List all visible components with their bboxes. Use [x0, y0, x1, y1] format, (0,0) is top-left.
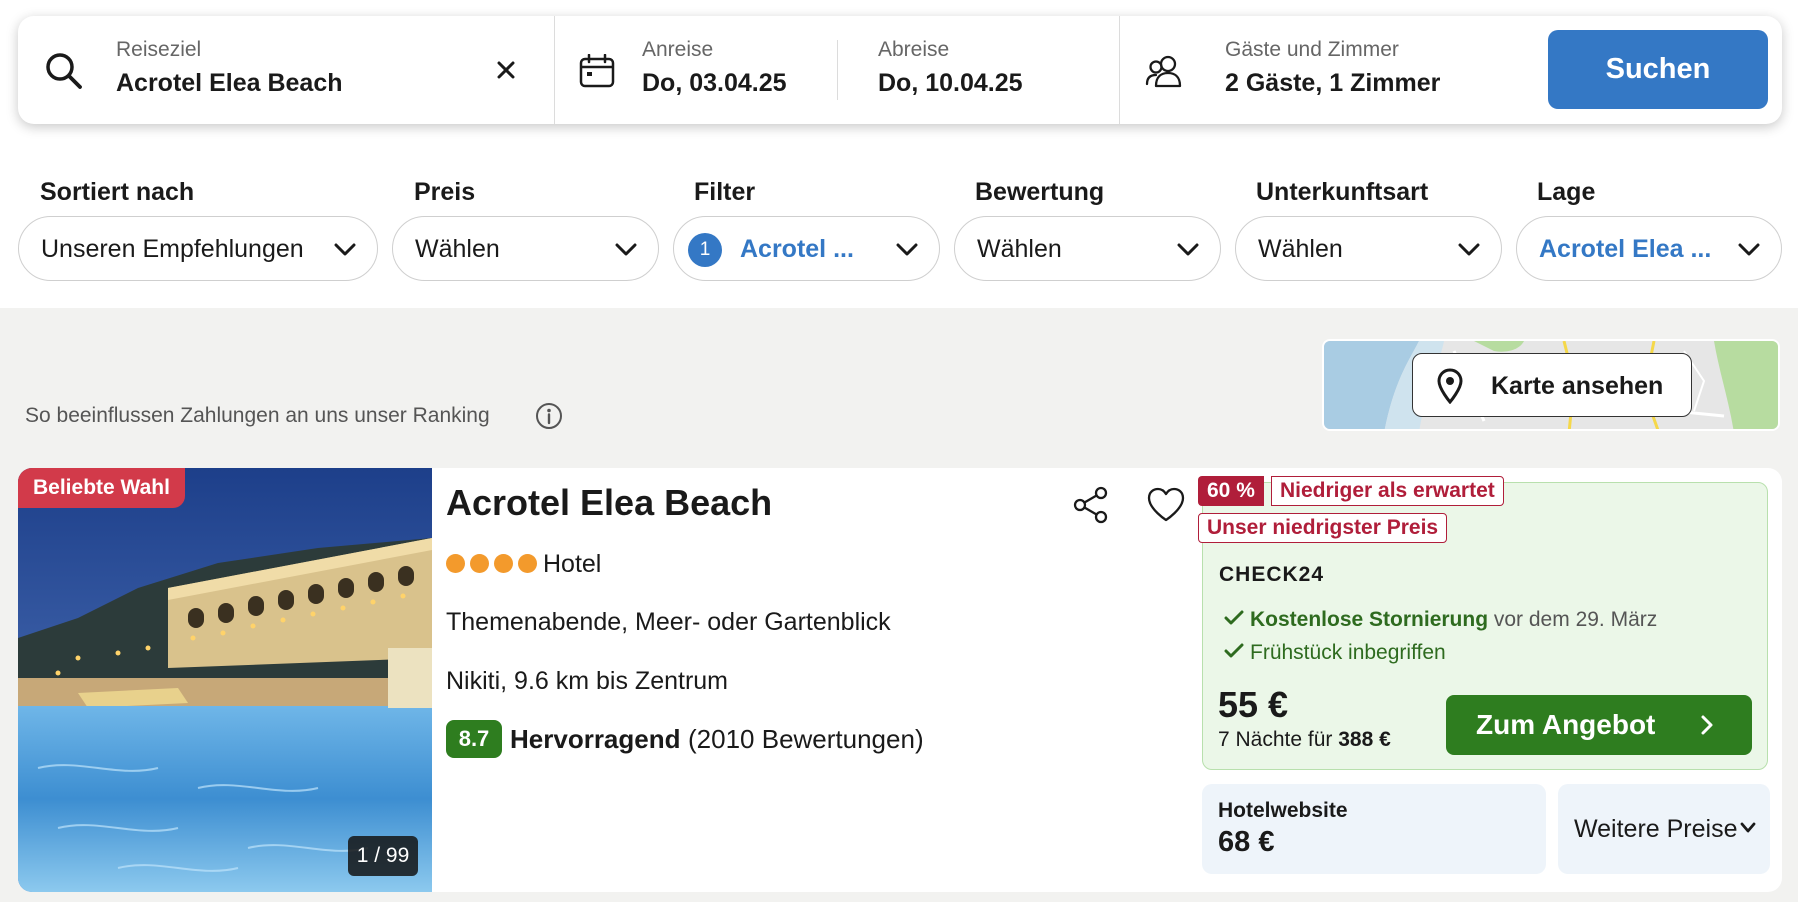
hotel-card: Beliebte Wahl 1 / 99 Acrotel Elea Beach … — [18, 468, 1782, 892]
destination-value[interactable]: Acrotel Elea Beach — [116, 69, 343, 98]
checkin-value[interactable]: Do, 03.04.25 — [642, 69, 787, 98]
destination-field[interactable]: Reiseziel Acrotel Elea Beach — [18, 16, 553, 124]
offer-provider: CHECK24 — [1219, 563, 1325, 586]
checkout-field[interactable]: Abreise Do, 10.04.25 — [838, 16, 1118, 124]
filter-dropdown[interactable]: 1 Acrotel ... — [673, 216, 940, 281]
perk-free-cancellation: Kostenlose Stornierung vor dem 29. März — [1224, 608, 1657, 632]
checkin-label: Anreise — [642, 38, 714, 61]
more-prices-button[interactable]: Weitere Preise — [1558, 784, 1770, 874]
rating-dropdown[interactable]: Wählen — [954, 216, 1221, 281]
star-dot — [446, 554, 465, 573]
close-icon[interactable] — [496, 60, 516, 80]
guests-label: Gäste und Zimmer — [1225, 38, 1399, 61]
chevron-down-icon — [1458, 243, 1480, 256]
search-button[interactable]: Suchen — [1548, 30, 1768, 109]
guests-field[interactable]: Gäste und Zimmer 2 Gäste, 1 Zimmer — [1120, 16, 1540, 124]
star-dot — [518, 554, 537, 573]
hotel-type: Hotel — [543, 550, 602, 578]
search-bar: Reiseziel Acrotel Elea Beach Anreise Do,… — [18, 16, 1782, 124]
filter-label-rating: Bewertung — [975, 178, 1105, 206]
price-value: Wählen — [415, 235, 500, 263]
location-value: Acrotel Elea ... — [1539, 235, 1712, 263]
checkout-label: Abreise — [878, 38, 950, 61]
filter-label-property-type: Unterkunftsart — [1256, 178, 1429, 206]
nights-total-price: 388 € — [1338, 728, 1391, 751]
star-dot — [470, 554, 489, 573]
destination-label: Reiseziel — [116, 38, 202, 61]
star-dot — [494, 554, 513, 573]
rating-value: Wählen — [977, 235, 1062, 263]
share-icon[interactable] — [1072, 486, 1110, 524]
nights-total: 7 Nächte für 388 € — [1218, 728, 1391, 752]
rating-score-badge: 8.7 — [446, 720, 502, 758]
guests-icon — [1145, 55, 1182, 88]
location-dropdown[interactable]: Acrotel Elea ... — [1516, 216, 1782, 281]
chevron-down-icon — [896, 243, 918, 256]
check-icon — [1224, 610, 1244, 625]
chevron-down-icon — [1177, 243, 1199, 256]
heart-icon[interactable] — [1146, 486, 1186, 524]
filter-label-location: Lage — [1537, 178, 1596, 206]
to-offer-label: Zum Angebot — [1476, 709, 1656, 740]
hotel-website-offer[interactable]: Hotelwebsite 68 € — [1202, 784, 1546, 874]
rating-word: Hervorragend — [510, 724, 681, 754]
property-type-dropdown[interactable]: Wählen — [1235, 216, 1502, 281]
perk-free-cancellation-detail: vor dem 29. März — [1493, 608, 1658, 631]
filter-label-filter: Filter — [694, 178, 756, 206]
photo-counter: 1 / 99 — [348, 836, 418, 876]
chevron-down-icon — [334, 243, 356, 256]
perk-breakfast-label: Frühstück inbegriffen — [1250, 641, 1446, 664]
ranking-info-link[interactable]: So beeinflussen Zahlungen an uns unser R… — [25, 404, 490, 428]
chevron-down-icon — [1738, 243, 1760, 256]
active-filter-count-badge: 1 — [688, 233, 722, 267]
discount-text-tag: Niedriger als erwartet — [1271, 476, 1504, 506]
checkin-field[interactable]: Anreise Do, 03.04.25 — [555, 16, 857, 124]
price-dropdown[interactable]: Wählen — [392, 216, 659, 281]
checkout-value[interactable]: Do, 10.04.25 — [878, 69, 1023, 98]
chevron-down-icon — [1740, 822, 1756, 833]
offer-price: 55 € — [1218, 684, 1289, 725]
hotel-name[interactable]: Acrotel Elea Beach — [446, 482, 772, 524]
filter-value: Acrotel ... — [740, 235, 854, 263]
calendar-icon — [579, 54, 615, 88]
hotel-website-price: 68 € — [1218, 826, 1275, 858]
hotel-description: Themenabende, Meer- oder Gartenblick — [446, 608, 891, 636]
sort-dropdown[interactable]: Unseren Empfehlungen — [18, 216, 378, 281]
view-map-button[interactable]: Karte ansehen — [1412, 353, 1692, 417]
search-icon — [46, 53, 82, 89]
popular-choice-badge: Beliebte Wahl — [18, 468, 185, 508]
chevron-down-icon — [615, 243, 637, 256]
lowest-price-tag: Unser niedrigster Preis — [1198, 513, 1448, 543]
more-prices-label: Weitere Preise — [1574, 815, 1738, 843]
filter-label-price: Preis — [414, 178, 476, 206]
nights-text: 7 Nächte für — [1218, 728, 1333, 751]
check-icon — [1224, 643, 1244, 658]
chevron-right-icon — [1701, 715, 1713, 735]
review-count[interactable]: (2010 Bewertungen) — [688, 724, 924, 755]
star-rating — [446, 554, 537, 574]
map-pin-icon — [1437, 368, 1463, 404]
filter-label-sort: Sortiert nach — [40, 178, 195, 206]
property-type-value: Wählen — [1258, 235, 1343, 263]
sort-value: Unseren Empfehlungen — [41, 235, 304, 263]
view-map-label: Karte ansehen — [1491, 372, 1664, 400]
hotel-location: Nikiti, 9.6 km bis Zentrum — [446, 667, 729, 695]
hotel-photo[interactable]: Beliebte Wahl 1 / 99 — [18, 468, 432, 892]
guests-value[interactable]: 2 Gäste, 1 Zimmer — [1225, 69, 1440, 98]
to-offer-button[interactable]: Zum Angebot — [1446, 695, 1752, 755]
hotel-website-label: Hotelwebsite — [1218, 799, 1348, 822]
info-icon[interactable] — [535, 402, 563, 430]
hotel-photo-image — [18, 468, 432, 892]
perk-breakfast: Frühstück inbegriffen — [1224, 641, 1446, 665]
discount-percent-tag: 60 % — [1198, 476, 1264, 506]
perk-free-cancellation-label: Kostenlose Stornierung — [1250, 608, 1489, 631]
